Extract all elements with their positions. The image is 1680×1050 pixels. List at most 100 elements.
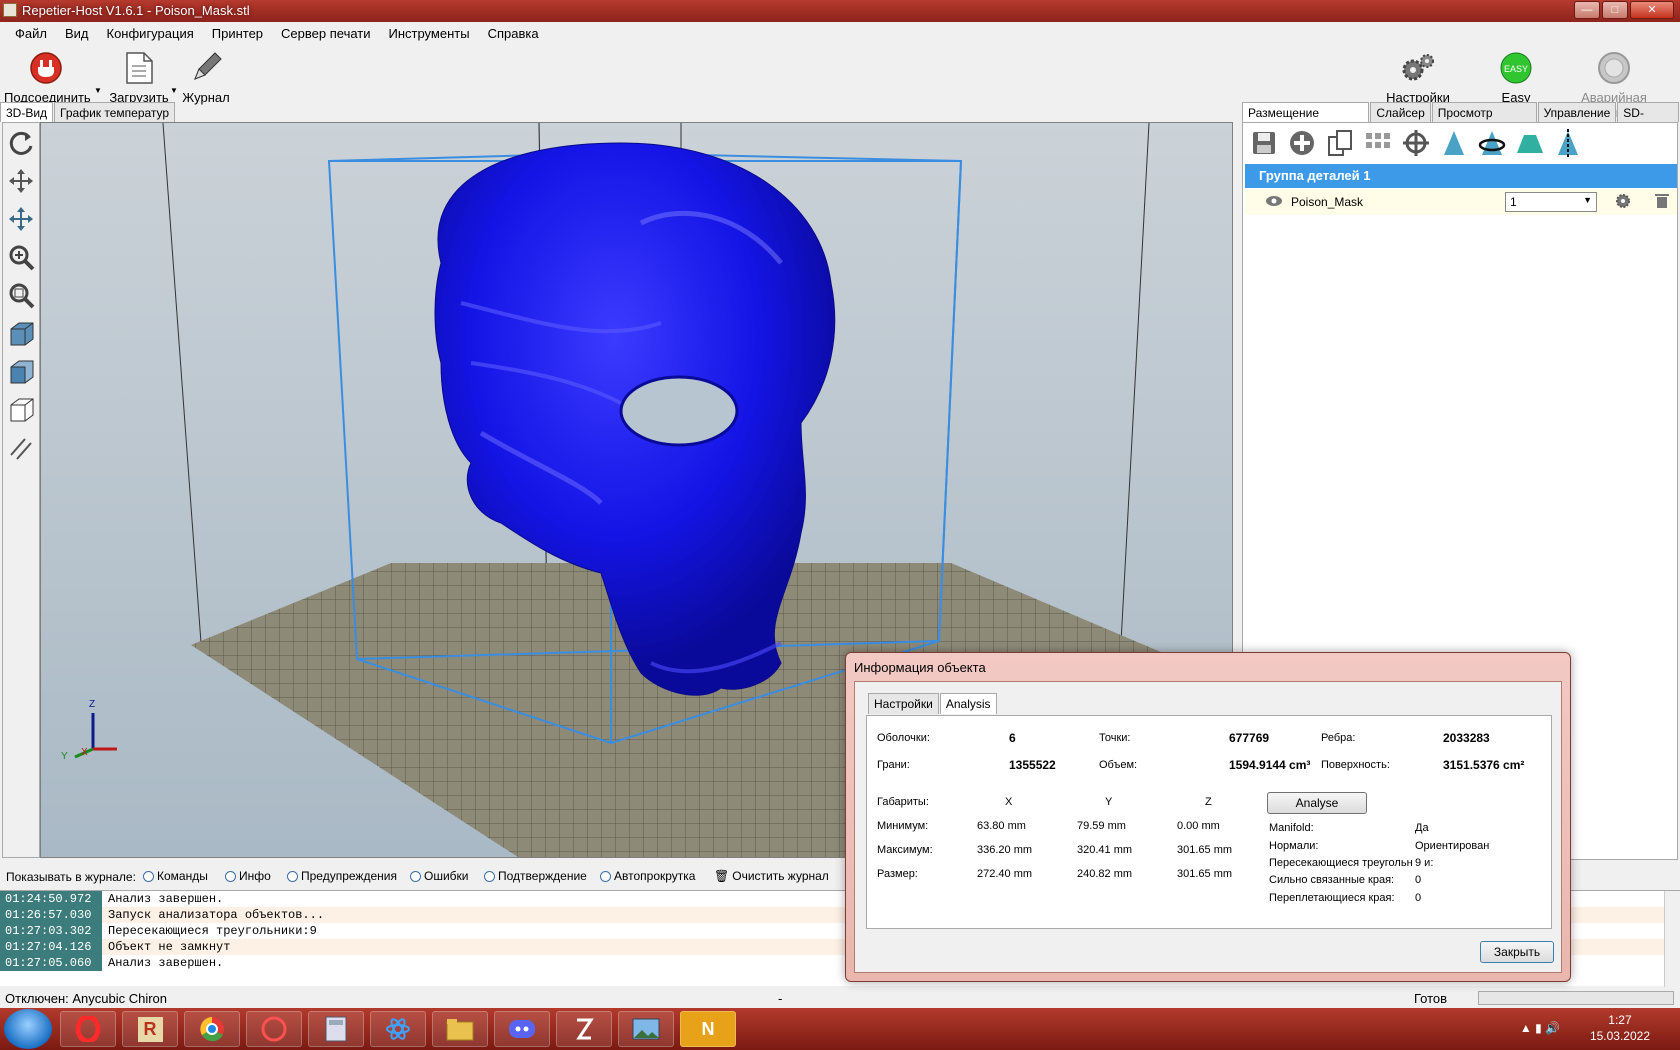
edges-label: Ребра: — [1321, 732, 1356, 744]
save-icon[interactable] — [1247, 127, 1281, 159]
analysis-page: Оболочки: 6 Точки: 677769 Ребра: 2033283… — [866, 715, 1552, 929]
rotate-object-icon[interactable] — [1475, 127, 1509, 159]
object-row[interactable]: Poison_Mask 1 ▼ — [1245, 189, 1677, 215]
chrome-app-icon[interactable] — [184, 1011, 240, 1047]
tab-slicer[interactable]: Слайсер — [1370, 102, 1431, 122]
cut-object-icon[interactable] — [1513, 127, 1547, 159]
size-z: 301.65 mm — [1177, 868, 1233, 880]
filter-autoscroll[interactable]: Автопрокрутка — [600, 869, 695, 883]
load-dropdown-icon[interactable]: ▼ — [170, 86, 178, 95]
delete-object-trash-icon[interactable] — [1655, 193, 1669, 212]
filter-commands[interactable]: Команды — [143, 869, 208, 883]
analyse-button[interactable]: Analyse — [1267, 792, 1367, 814]
mirror-object-icon[interactable] — [1551, 127, 1585, 159]
atom-app-icon[interactable] — [370, 1011, 426, 1047]
dialog-tab-settings[interactable]: Настройки — [868, 693, 939, 714]
filter-acknowledgement[interactable]: Подтверждение — [484, 869, 587, 883]
front-view-icon[interactable] — [3, 353, 39, 389]
manifold-value: Да — [1415, 822, 1429, 834]
menu-printer[interactable]: Принтер — [203, 22, 272, 44]
filter-info[interactable]: Инфо — [225, 869, 271, 883]
rotate-view-icon[interactable] — [3, 125, 39, 161]
filter-autoscroll-label: Автопрокрутка — [614, 869, 696, 883]
points-label: Точки: — [1099, 732, 1131, 744]
status-bar: Отключен: Anycubic Chiron - Готов — [0, 988, 1680, 1008]
visibility-eye-icon[interactable] — [1265, 195, 1283, 210]
dialog-tab-analysis[interactable]: Analysis — [939, 693, 997, 714]
tab-object-placement[interactable]: Размещение объекта — [1242, 102, 1370, 134]
object-settings-gear-icon[interactable] — [1615, 193, 1631, 212]
radio-dot — [225, 870, 236, 882]
object-group-row[interactable]: Группа деталей 1 — [1245, 164, 1677, 188]
tab-temperature-graph[interactable]: График температур — [54, 102, 176, 122]
zbrush-app-icon[interactable] — [556, 1011, 612, 1047]
tab-print-preview[interactable]: Просмотр печати — [1431, 102, 1537, 134]
max-label: Максимум: — [877, 844, 933, 856]
log-filter-label: Показывать в журнале: — [6, 870, 136, 884]
max-y: 320.41 mm — [1077, 844, 1133, 856]
col-z-label: Z — [1205, 796, 1212, 808]
dialog-close-button[interactable]: Закрыть — [1480, 941, 1554, 963]
clear-log-button[interactable]: 🗑 Очистить журнал — [714, 869, 829, 883]
photo-viewer-app-icon[interactable] — [618, 1011, 674, 1047]
surface-value: 3151.5376 cm² — [1443, 758, 1525, 772]
start-button[interactable] — [4, 1009, 52, 1049]
connection-status: Отключен: Anycubic Chiron — [5, 991, 168, 1006]
tab-control[interactable]: Управление — [1537, 102, 1617, 122]
taskbar-clock[interactable]: 1:27 15.03.2022 — [1590, 1012, 1650, 1044]
move-object-icon[interactable] — [3, 201, 39, 237]
menu-config[interactable]: Конфигурация — [98, 22, 203, 44]
clear-log-label: Очистить журнал — [732, 869, 829, 883]
maximize-button[interactable]: □ — [1602, 1, 1628, 19]
log-time: 01:24:50.972 — [0, 891, 102, 907]
filter-errors[interactable]: Ошибки — [410, 869, 469, 883]
manifold-label: Manifold: — [1269, 822, 1314, 834]
minimize-button[interactable]: — — [1574, 1, 1600, 19]
frame-line — [162, 123, 202, 644]
tab-3d-view[interactable]: 3D-Вид — [0, 102, 54, 122]
menu-tools[interactable]: Инструменты — [380, 22, 479, 44]
scale-icon[interactable] — [1437, 127, 1471, 159]
system-tray-icons[interactable]: ▲ ▮ 🔊 — [1520, 1021, 1560, 1035]
center-object-icon[interactable] — [1399, 127, 1433, 159]
plug-icon — [28, 50, 64, 86]
copy-object-icon[interactable] — [1323, 127, 1357, 159]
filter-warnings[interactable]: Предупреждения — [287, 869, 397, 883]
add-object-icon[interactable] — [1285, 127, 1319, 159]
tab-sd-card[interactable]: SD-карта — [1617, 102, 1679, 134]
log-time: 01:27:05.060 — [0, 955, 102, 971]
load-button[interactable]: Загрузить — [104, 50, 174, 105]
discord-app-icon[interactable] — [494, 1011, 550, 1047]
top-view-icon[interactable] — [3, 391, 39, 427]
log-time: 01:27:03.302 — [0, 923, 102, 939]
menu-print-server[interactable]: Сервер печати — [272, 22, 379, 44]
explorer-app-icon[interactable] — [432, 1011, 488, 1047]
opera-gx-app-icon[interactable] — [246, 1011, 302, 1047]
min-label: Минимум: — [877, 820, 929, 832]
document-icon — [121, 50, 157, 86]
repetier-app-icon[interactable]: R — [122, 1011, 178, 1047]
object-name: Poison_Mask — [1291, 195, 1364, 209]
zoom-icon[interactable] — [3, 239, 39, 275]
calculator-app-icon[interactable] — [308, 1011, 364, 1047]
loose-edges-value: 0 — [1415, 892, 1422, 904]
menu-file[interactable]: Файл — [6, 22, 56, 44]
netfabb-app-icon[interactable]: N — [680, 1011, 736, 1047]
autoposition-icon[interactable] — [1361, 127, 1395, 159]
log-button[interactable]: Журнал — [180, 50, 232, 105]
iso-view-icon[interactable] — [3, 315, 39, 351]
opera-app-icon[interactable] — [60, 1011, 116, 1047]
close-window-button[interactable]: ✕ — [1630, 1, 1674, 19]
faces-label: Грани: — [877, 759, 910, 771]
move-view-icon[interactable] — [3, 163, 39, 199]
filter-commands-label: Команды — [157, 869, 208, 883]
menu-view[interactable]: Вид — [56, 22, 98, 44]
min-y: 79.59 mm — [1077, 820, 1126, 832]
log-scrollbar[interactable] — [1664, 891, 1680, 987]
connect-button[interactable]: Подсоединить — [4, 50, 91, 105]
connect-dropdown-icon[interactable]: ▼ — [94, 86, 102, 95]
extruder-select[interactable]: 1 ▼ — [1505, 192, 1597, 212]
menu-help[interactable]: Справка — [479, 22, 548, 44]
zoom-fit-icon[interactable] — [3, 277, 39, 313]
parallel-projection-icon[interactable] — [3, 429, 39, 465]
